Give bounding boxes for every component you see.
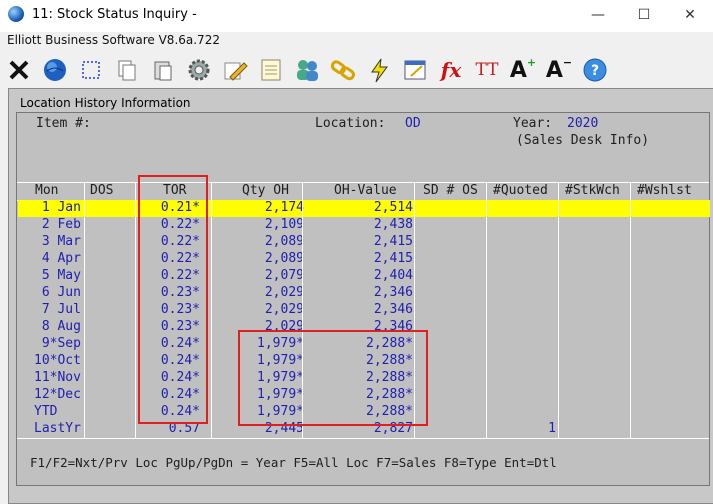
col-wshlst: #Wshlst (637, 183, 692, 198)
maximize-button[interactable]: ☐ (621, 0, 667, 30)
col-divider (84, 182, 85, 438)
window-title: 11: Stock Status Inquiry - (32, 7, 197, 22)
item-label: Item #: (36, 116, 91, 131)
select-box-icon[interactable] (76, 55, 106, 85)
col-divider (486, 182, 487, 438)
paste-icon[interactable] (148, 55, 178, 85)
function-icon[interactable]: fx (436, 55, 466, 85)
cell-month: 4 Apr (34, 251, 81, 266)
font-increase-letter: A (509, 57, 527, 83)
table-row[interactable]: 5 May 0.22* 2,079 2,404 (18, 268, 710, 285)
qty-value-annotation-box (238, 330, 428, 426)
toolbar: fx TT A + A − ? (0, 54, 713, 88)
col-divider (630, 182, 631, 438)
font-size-letter: TT (475, 60, 499, 80)
cell-month: 2 Feb (34, 217, 81, 232)
close-button[interactable]: ✕ (667, 0, 713, 30)
edit-pencil-icon[interactable] (220, 55, 250, 85)
cell-qty-oh: 2,089 (264, 234, 304, 249)
close-x-icon[interactable] (4, 55, 34, 85)
cell-qty-oh: 2,029 (264, 285, 304, 300)
year-label: Year: (513, 116, 553, 131)
year-value: 2020 (567, 116, 599, 131)
cell-month: 9*Sep (34, 336, 81, 351)
font-decrease-letter: A (545, 57, 563, 83)
cell-qty-oh: 2,029 (264, 302, 304, 317)
cell-qty-oh: 2,089 (264, 251, 304, 266)
cell-month: 12*Dec (34, 387, 81, 402)
sales-desk-info: (Sales Desk Info) (516, 133, 650, 148)
link-chain-icon[interactable] (328, 55, 358, 85)
function-key-help: F1/F2=Nxt/Prv Loc PgUp/PgDn = Year F5=Al… (30, 455, 557, 470)
users-icon[interactable] (292, 55, 322, 85)
table-row[interactable]: 3 Mar 0.22* 2,089 2,415 (18, 234, 710, 251)
col-sd-os: SD # OS (423, 183, 478, 198)
col-qty-oh: Qty OH (242, 183, 289, 198)
panel-title: Location History Information (20, 96, 191, 110)
copy-icon[interactable] (112, 55, 142, 85)
cell-month: 8 Aug (34, 319, 81, 334)
cell-month: LastYr (34, 421, 81, 436)
col-mon: Mon (35, 183, 59, 198)
table-row[interactable]: 6 Jun 0.23* 2,029 2,346 (18, 285, 710, 302)
app-globe-icon (8, 6, 24, 22)
table-header: Mon DOS TOR Qty OH OH-Value SD # OS #Quo… (17, 182, 709, 201)
cell-qty-oh: 2,174 (264, 200, 304, 215)
minimize-button[interactable]: — (575, 0, 621, 30)
cell-oh-value: 2,514 (373, 200, 413, 215)
globe-icon[interactable] (40, 55, 70, 85)
cell-month: 10*Oct (34, 353, 81, 368)
location-value: OD (405, 116, 421, 131)
help-icon[interactable]: ? (580, 55, 610, 85)
cell-month: 7 Jul (34, 302, 81, 317)
col-stkwch: #StkWch (565, 183, 620, 198)
cell-oh-value: 2,415 (373, 251, 413, 266)
cell-month: 1 Jan (34, 200, 81, 215)
cell-quoted: 1 (548, 421, 556, 436)
cell-month: 6 Jun (34, 285, 81, 300)
col-quoted: #Quoted (493, 183, 548, 198)
location-label: Location: (315, 116, 386, 131)
cell-month: 11*Nov (34, 370, 81, 385)
cell-oh-value: 2,438 (373, 217, 413, 232)
table-row[interactable]: 4 Apr 0.22* 2,089 2,415 (18, 251, 710, 268)
col-oh-value: OH-Value (334, 183, 397, 198)
notepad-icon[interactable] (256, 55, 286, 85)
cell-oh-value: 2,346 (373, 302, 413, 317)
cell-month: 3 Mar (34, 234, 81, 249)
cell-qty-oh: 2,079 (264, 268, 304, 283)
col-divider (135, 182, 136, 438)
table-row[interactable]: 7 Jul 0.23* 2,029 2,346 (18, 302, 710, 319)
font-size-icon[interactable]: TT (472, 55, 502, 85)
window-edit-icon[interactable] (400, 55, 430, 85)
col-divider (558, 182, 559, 438)
settings-gear-icon[interactable] (184, 55, 214, 85)
lightning-icon[interactable] (364, 55, 394, 85)
col-dos: DOS (90, 183, 114, 198)
table-row[interactable]: 2 Feb 0.22* 2,109 2,438 (18, 217, 710, 234)
font-decrease-icon[interactable]: A − (544, 55, 574, 85)
help-icon-label: ? (591, 63, 599, 79)
col-divider (211, 182, 212, 438)
cell-qty-oh: 2,109 (264, 217, 304, 232)
cell-oh-value: 2,346 (373, 285, 413, 300)
app-subtitle: Elliott Business Software V8.6a.722 (7, 33, 220, 47)
table-row[interactable]: 1 Jan 0.21* 2,174 2,514 (18, 200, 710, 217)
font-increase-icon[interactable]: A + (508, 55, 538, 85)
tor-annotation-box (138, 175, 208, 424)
cell-oh-value: 2,415 (373, 234, 413, 249)
cell-month: YTD (34, 404, 58, 419)
cell-month: 5 May (34, 268, 81, 283)
cell-oh-value: 2,404 (373, 268, 413, 283)
table-bottom-line (17, 438, 709, 439)
